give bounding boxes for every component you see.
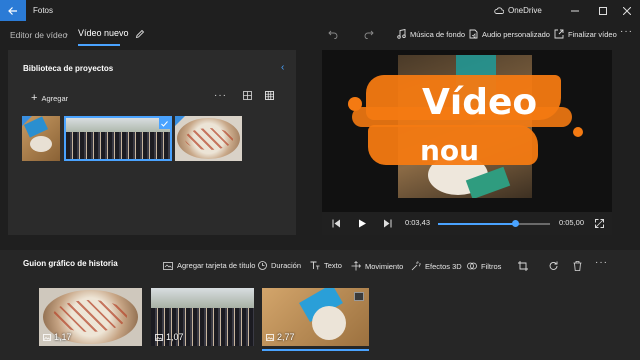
used-corner-marker bbox=[22, 116, 32, 126]
redo-icon[interactable] bbox=[364, 29, 374, 39]
library-clip-dog[interactable] bbox=[22, 116, 60, 161]
background-music-label: Música de fondo bbox=[410, 29, 466, 39]
storyboard-more-icon[interactable]: ··· bbox=[595, 257, 608, 268]
maximize-icon bbox=[599, 6, 607, 15]
breadcrumb-chevron-icon: › bbox=[65, 29, 68, 39]
clip-duration: 1,07 bbox=[155, 332, 184, 342]
add-media-button[interactable]: + Agregar bbox=[31, 92, 68, 104]
video-preview-panel: Vídeo nou 0:03,43 0:05,00 bbox=[322, 50, 612, 235]
custom-audio-button[interactable]: Audio personalizado bbox=[468, 29, 550, 39]
selected-check-icon bbox=[159, 118, 170, 129]
plus-icon: + bbox=[31, 92, 38, 104]
library-title: Biblioteca de proyectos bbox=[23, 64, 114, 73]
text-button[interactable]: Texto bbox=[310, 261, 342, 270]
title-bar: Fotos OneDrive bbox=[0, 0, 640, 21]
app-name: Fotos bbox=[33, 6, 54, 15]
storyboard-panel: Guion gráfico de historia Agregar tarjet… bbox=[0, 250, 640, 360]
sparkle-icon bbox=[411, 261, 421, 271]
storyboard-clip-group[interactable]: 1,07 bbox=[151, 288, 254, 346]
image-icon bbox=[266, 333, 274, 341]
selected-clip-indicator bbox=[262, 349, 369, 351]
breadcrumb-parent[interactable]: Editor de vídeo bbox=[10, 30, 67, 40]
background-music-button[interactable]: Música de fondo bbox=[396, 29, 465, 39]
storyboard-title: Guion gráfico de historia bbox=[23, 259, 118, 268]
text-label: Texto bbox=[324, 261, 342, 270]
3d-effects-label: Efectos 3D bbox=[425, 261, 462, 271]
overlay-title-line1: Vídeo bbox=[422, 82, 538, 123]
motion-button[interactable]: Movimiento bbox=[351, 261, 403, 271]
image-icon bbox=[155, 333, 163, 341]
title-card-icon bbox=[163, 261, 173, 270]
motion-icon bbox=[351, 261, 361, 271]
back-button[interactable] bbox=[0, 0, 26, 21]
editor-toolbar: Editor de vídeo › Vídeo nuevo Música de … bbox=[0, 21, 640, 48]
current-time: 0:03,43 bbox=[405, 218, 431, 227]
add-media-label: Agregar bbox=[41, 93, 69, 103]
breadcrumb-underline bbox=[78, 44, 120, 46]
minimize-icon bbox=[571, 10, 579, 11]
onedrive-label: OneDrive bbox=[508, 6, 542, 15]
play-icon[interactable] bbox=[358, 219, 367, 228]
minimize-button[interactable] bbox=[562, 0, 588, 21]
seek-slider-thumb[interactable] bbox=[511, 220, 519, 227]
library-more-icon[interactable]: ··· bbox=[214, 90, 227, 101]
used-corner-marker bbox=[175, 116, 185, 126]
large-grid-view-icon[interactable] bbox=[265, 91, 274, 100]
previous-frame-icon[interactable] bbox=[332, 219, 341, 228]
seek-slider[interactable] bbox=[438, 220, 550, 227]
clip-duration-value: 1,07 bbox=[166, 332, 184, 342]
audio-file-icon bbox=[468, 29, 478, 39]
next-frame-icon[interactable] bbox=[383, 219, 392, 228]
image-icon bbox=[43, 333, 51, 341]
text-icon bbox=[310, 261, 320, 270]
fullscreen-icon[interactable] bbox=[595, 219, 604, 228]
duration-button[interactable]: Duración bbox=[258, 261, 301, 270]
export-icon bbox=[554, 29, 564, 39]
motion-label: Movimiento bbox=[365, 261, 404, 271]
clip-checkbox[interactable] bbox=[354, 292, 364, 301]
music-note-icon bbox=[396, 29, 406, 39]
seek-slider-fill bbox=[438, 223, 516, 225]
playback-controls: 0:03,43 0:05,00 bbox=[322, 212, 612, 235]
library-clip-pizza[interactable] bbox=[175, 116, 242, 161]
overlay-title-line2: nou bbox=[420, 134, 480, 167]
small-grid-view-icon[interactable] bbox=[243, 91, 252, 100]
3d-effects-button[interactable]: Efectos 3D bbox=[411, 261, 462, 271]
onedrive-status[interactable]: OneDrive bbox=[494, 6, 542, 15]
finish-video-label: Finalizar vídeo bbox=[568, 29, 617, 39]
undo-icon[interactable] bbox=[328, 29, 338, 39]
more-options-icon[interactable]: ··· bbox=[620, 26, 633, 37]
filters-icon bbox=[467, 262, 477, 270]
cloud-icon bbox=[494, 7, 504, 14]
add-title-card-label: Agregar tarjeta de título bbox=[177, 261, 256, 270]
collapse-library-chevron-icon[interactable]: ‹ bbox=[281, 62, 284, 73]
filters-button[interactable]: Filtros bbox=[467, 261, 501, 271]
library-clip-group[interactable] bbox=[64, 116, 172, 161]
delete-icon[interactable] bbox=[573, 261, 582, 271]
storyboard-clip-pizza[interactable]: 1,17 bbox=[39, 288, 142, 346]
crop-icon[interactable] bbox=[518, 261, 528, 271]
clip-duration: 1,17 bbox=[43, 332, 72, 342]
storyboard-clip-dog[interactable]: 2,77 bbox=[262, 288, 369, 346]
total-time: 0:05,00 bbox=[559, 218, 585, 227]
clip-duration-value: 1,17 bbox=[54, 332, 72, 342]
custom-audio-label: Audio personalizado bbox=[482, 29, 550, 39]
rename-pencil-icon[interactable] bbox=[135, 29, 145, 39]
project-library-panel: Biblioteca de proyectos ‹ + Agregar ··· bbox=[8, 50, 296, 235]
close-icon bbox=[623, 6, 631, 15]
back-arrow-icon bbox=[8, 6, 17, 15]
clip-duration: 2,77 bbox=[266, 332, 295, 342]
filters-label: Filtros bbox=[481, 261, 502, 271]
breadcrumb-current[interactable]: Vídeo nuevo bbox=[78, 28, 129, 38]
maximize-button[interactable] bbox=[590, 0, 616, 21]
finish-video-button[interactable]: Finalizar vídeo bbox=[554, 29, 617, 39]
add-title-card-button[interactable]: Agregar tarjeta de título bbox=[163, 261, 255, 270]
clip-duration-value: 2,77 bbox=[277, 332, 295, 342]
clock-icon bbox=[258, 261, 267, 270]
duration-label: Duración bbox=[271, 261, 302, 270]
close-button[interactable] bbox=[614, 0, 640, 21]
rotate-icon[interactable] bbox=[549, 261, 559, 271]
